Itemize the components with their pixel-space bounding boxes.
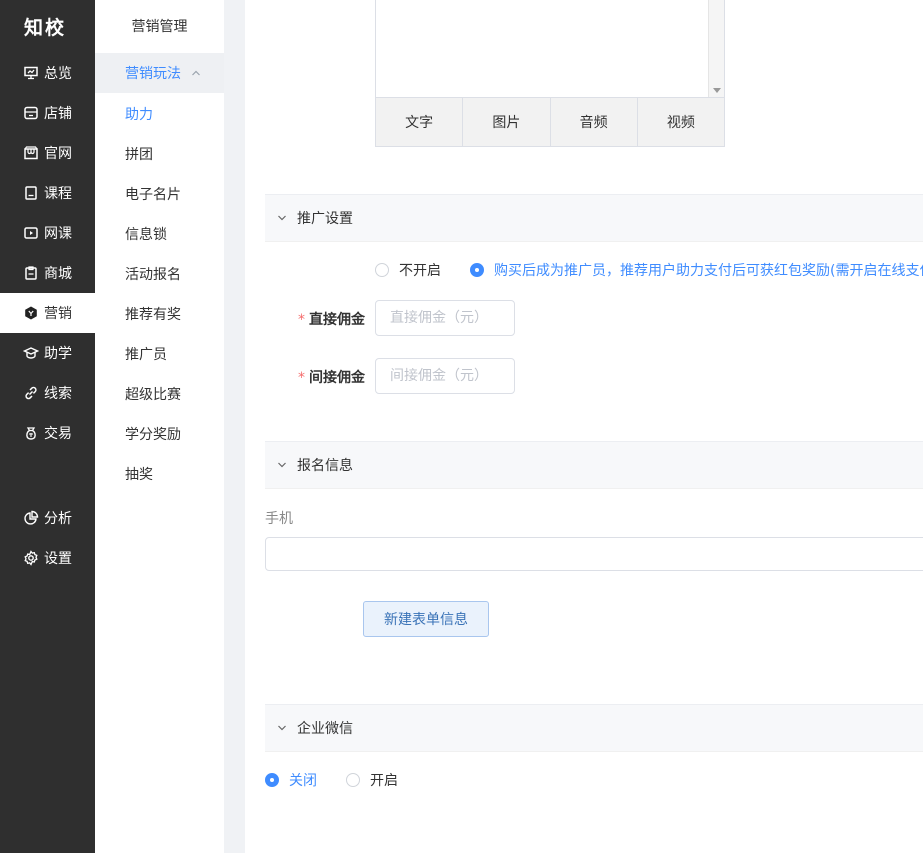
course-icon <box>23 185 39 201</box>
phone-field-label: 手机 <box>265 511 293 527</box>
required-mark: * <box>298 370 305 386</box>
trade-icon <box>23 425 39 441</box>
radio-label: 不开启 <box>399 263 441 279</box>
nav-item-label: 线索 <box>44 386 72 402</box>
nav-item-analysis[interactable]: 分析 <box>0 498 95 538</box>
chevron-down-icon <box>277 723 289 733</box>
mall-icon <box>23 265 39 281</box>
store-icon <box>23 105 39 121</box>
radio-label: 购买后成为推广员，推荐用户助力支付后可获红包奖励(需开启在线支付 <box>494 263 923 279</box>
insert-video-button[interactable]: 视频 <box>637 98 724 146</box>
nav-item-settings[interactable]: 设置 <box>0 538 95 578</box>
gear-icon <box>23 550 39 566</box>
promotion-on-radio[interactable]: 购买后成为推广员，推荐用户助力支付后可获红包奖励(需开启在线支付 <box>470 260 923 280</box>
wecom-off-radio[interactable]: 关闭 <box>265 770 317 790</box>
editor-scrollbar[interactable] <box>708 0 724 97</box>
promotion-off-radio[interactable]: 不开启 <box>375 260 441 280</box>
submenu-item-info-lock[interactable]: 信息锁 <box>125 214 167 254</box>
submenu-item-referral-reward[interactable]: 推荐有奖 <box>125 294 181 334</box>
nav-item-label: 分析 <box>44 511 72 527</box>
nav-item-label: 网课 <box>44 226 72 242</box>
direct-commission-label: * 直接佣金 <box>298 312 365 328</box>
section-title: 报名信息 <box>297 458 353 474</box>
nav-item-label: 助学 <box>44 346 72 362</box>
insert-text-button[interactable]: 文字 <box>376 98 464 146</box>
section-header-promotion[interactable]: 推广设置 <box>265 194 923 242</box>
nav-item-store[interactable]: 店铺 <box>0 93 95 133</box>
nav-item-course[interactable]: 课程 <box>0 173 95 213</box>
insert-audio-button[interactable]: 音频 <box>550 98 638 146</box>
nav-item-mall[interactable]: 商城 <box>0 253 95 293</box>
website-icon <box>23 145 39 161</box>
submenu-group-marketing-plays[interactable]: 营销玩法 <box>95 53 224 93</box>
nav-item-label: 设置 <box>44 551 72 567</box>
nav-item-label: 总览 <box>44 66 72 82</box>
section-title: 企业微信 <box>297 721 353 737</box>
radio-dot <box>346 773 360 787</box>
chevron-down-icon <box>277 460 289 470</box>
analysis-icon <box>23 510 39 526</box>
video-course-icon <box>23 225 39 241</box>
radio-dot <box>470 263 484 277</box>
section-header-wecom[interactable]: 企业微信 <box>265 704 923 752</box>
indirect-commission-input[interactable] <box>375 358 515 394</box>
submenu-title: 营销管理 <box>131 19 188 35</box>
content-gutter <box>224 0 245 853</box>
dashboard-icon <box>23 65 39 81</box>
nav-item-label: 课程 <box>44 186 72 202</box>
study-icon <box>23 345 39 361</box>
direct-commission-input[interactable] <box>375 300 515 336</box>
main-content: 文字 图片 音频 视频 推广设置 不开启 购买后成为推广员，推荐用户助力支付后可… <box>245 0 923 853</box>
required-mark: * <box>298 312 305 328</box>
app-logo[interactable]: 知校 <box>0 0 95 52</box>
nav-item-online-course[interactable]: 网课 <box>0 213 95 253</box>
nav-item-trade[interactable]: 交易 <box>0 413 95 453</box>
scroll-down-arrow-icon[interactable] <box>713 88 721 93</box>
submenu-item-super-contest[interactable]: 超级比赛 <box>125 374 181 414</box>
new-form-field-button[interactable]: 新建表单信息 <box>363 601 489 637</box>
indirect-commission-label: * 间接佣金 <box>298 370 365 386</box>
wecom-on-radio[interactable]: 开启 <box>346 770 398 790</box>
marketing-icon <box>23 305 39 321</box>
nav-item-label: 官网 <box>44 146 72 162</box>
submenu-item-credit-reward[interactable]: 学分奖励 <box>125 414 181 454</box>
submenu-item-lottery[interactable]: 抽奖 <box>125 454 153 494</box>
nav-item-label: 营销 <box>44 306 72 322</box>
rich-text-editor: 文字 图片 音频 视频 <box>375 0 725 147</box>
submenu-item-promoter[interactable]: 推广员 <box>125 334 167 374</box>
submenu-item-group-buy[interactable]: 拼团 <box>125 134 153 174</box>
nav-item-label: 商城 <box>44 266 72 282</box>
chevron-up-icon <box>191 68 201 78</box>
radio-label: 关闭 <box>289 773 317 789</box>
nav-item-study[interactable]: 助学 <box>0 333 95 373</box>
editor-toolbar: 文字 图片 音频 视频 <box>376 97 724 146</box>
radio-dot <box>265 773 279 787</box>
main-sidebar: 知校 总览 店铺 官网 课程 网课 商城 营销 助学 线索 交易 分析 设置 <box>0 0 95 853</box>
section-title: 推广设置 <box>297 211 353 227</box>
leads-icon <box>23 385 39 401</box>
nav-item-leads[interactable]: 线索 <box>0 373 95 413</box>
submenu-item-event-signup[interactable]: 活动报名 <box>125 254 181 294</box>
nav-item-website[interactable]: 官网 <box>0 133 95 173</box>
radio-label: 开启 <box>370 773 398 789</box>
nav-item-label: 交易 <box>44 426 72 442</box>
chevron-down-icon <box>277 213 289 223</box>
secondary-menu: 营销管理 营销玩法 助力 拼团 电子名片 信息锁 活动报名 推荐有奖 推广员 超… <box>95 0 224 853</box>
insert-image-button[interactable]: 图片 <box>463 98 551 146</box>
section-header-signup[interactable]: 报名信息 <box>265 441 923 489</box>
nav-item-marketing[interactable]: 营销 <box>0 293 95 333</box>
phone-field[interactable] <box>265 537 923 571</box>
radio-dot <box>375 263 389 277</box>
submenu-group-label: 营销玩法 <box>125 66 181 82</box>
submenu-item-assist[interactable]: 助力 <box>125 94 153 134</box>
editor-textarea[interactable] <box>376 0 724 97</box>
nav-item-overview[interactable]: 总览 <box>0 53 95 93</box>
submenu-item-ecard[interactable]: 电子名片 <box>125 174 181 214</box>
nav-item-label: 店铺 <box>44 106 72 122</box>
